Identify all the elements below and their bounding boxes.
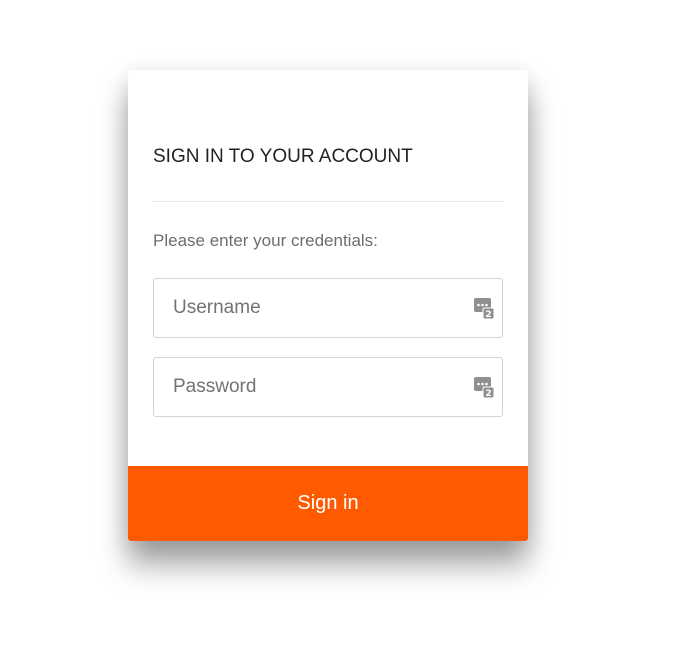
password-manager-icon[interactable]: 2	[474, 377, 494, 398]
password-input[interactable]	[154, 358, 502, 416]
sign-in-button[interactable]: Sign in	[128, 466, 528, 541]
divider	[153, 201, 503, 202]
svg-text:2: 2	[485, 389, 491, 398]
credentials-prompt: Please enter your credentials:	[153, 231, 378, 250]
password-manager-icon[interactable]: 2	[474, 298, 494, 319]
username-input[interactable]	[154, 279, 502, 337]
login-card: SIGN IN TO YOUR ACCOUNT Please enter you…	[128, 70, 528, 541]
username-field-wrapper: 2	[153, 278, 503, 338]
password-field-wrapper: 2	[153, 357, 503, 417]
login-title: SIGN IN TO YOUR ACCOUNT	[153, 146, 413, 167]
svg-text:2: 2	[485, 310, 491, 319]
